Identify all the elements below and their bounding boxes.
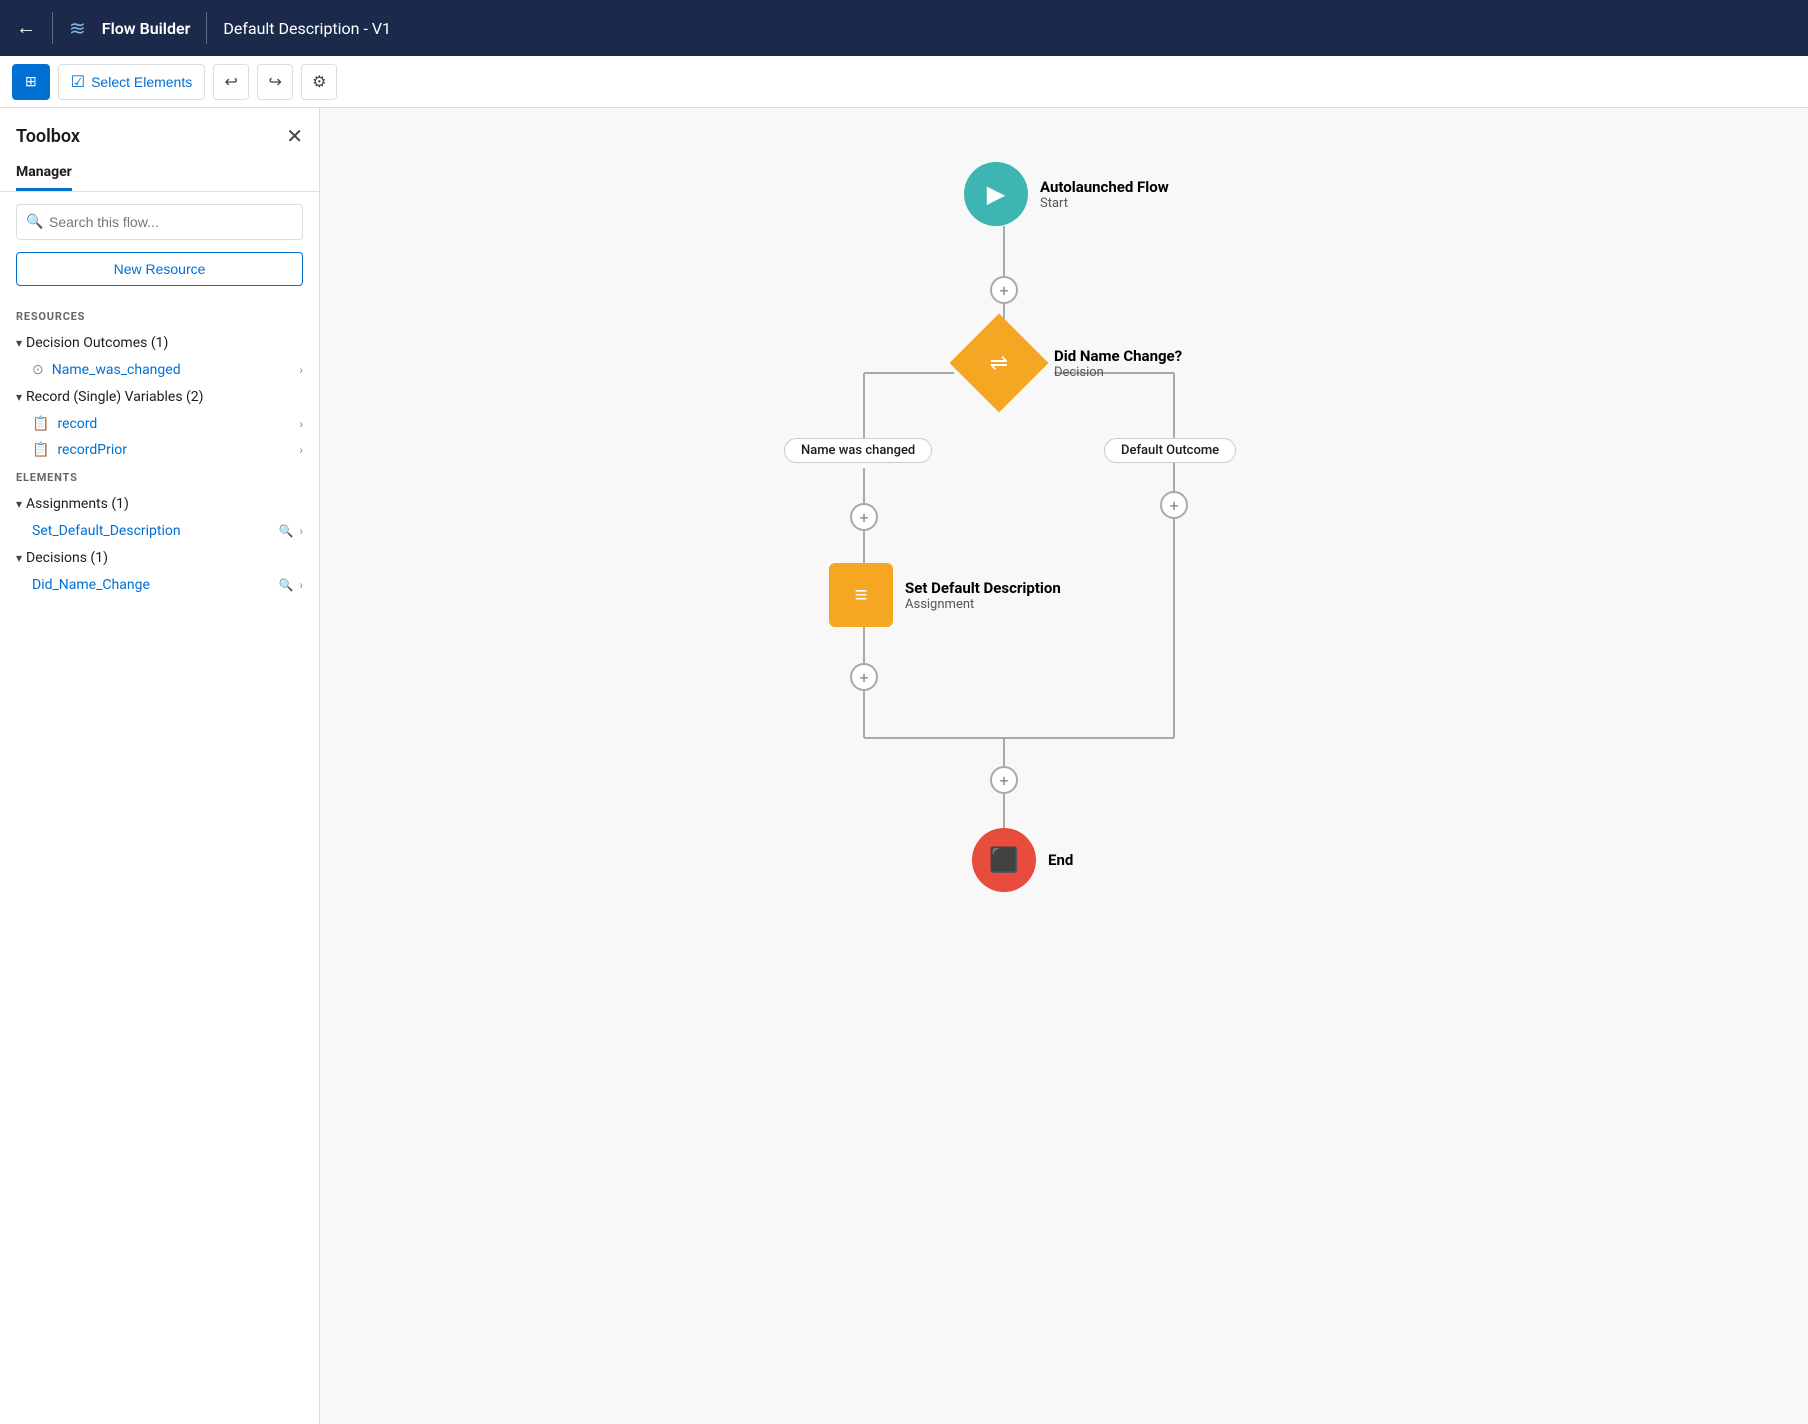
tree-item-record-prior[interactable]: 📋 recordPrior › bbox=[0, 437, 319, 463]
tree-group-assignments[interactable]: ▾ Assignments (1) bbox=[0, 490, 319, 518]
chevron-down-icon-4: ▾ bbox=[16, 551, 22, 565]
start-node: ▶ Autolaunched Flow Start bbox=[964, 162, 1169, 226]
tree-group-decision-outcomes[interactable]: ▾ Decision Outcomes (1) bbox=[0, 329, 319, 357]
select-elements-label: Select Elements bbox=[91, 74, 192, 90]
chevron-right-icon-3: › bbox=[299, 443, 303, 457]
toolbox-search: 🔍 bbox=[0, 192, 319, 252]
assignment-node: ≡ Set Default Description Assignment bbox=[829, 563, 1061, 627]
tree-item-decision-actions: 🔍 › bbox=[278, 578, 303, 592]
decision-diamond[interactable]: ⇌ bbox=[950, 314, 1049, 413]
start-subtitle: Start bbox=[1040, 196, 1169, 211]
flow-canvas[interactable]: ▶ Autolaunched Flow Start + ⇌ Did Name C… bbox=[320, 108, 1808, 1424]
search-icon: 🔍 bbox=[26, 214, 43, 230]
header: ← ≋ Flow Builder Default Description - V… bbox=[0, 0, 1808, 56]
elements-section-label: ELEMENTS bbox=[0, 463, 319, 490]
tree-item-did-name-change[interactable]: Did_Name_Change 🔍 › bbox=[0, 572, 319, 598]
search-wrapper: 🔍 bbox=[16, 204, 303, 240]
assignment-label: Set Default Description Assignment bbox=[905, 579, 1061, 612]
tree-group-assignments-label: Assignments (1) bbox=[26, 496, 129, 512]
toolbox-header: Toolbox ✕ bbox=[0, 108, 319, 149]
plus-button-5[interactable]: + bbox=[990, 766, 1018, 794]
undo-button[interactable]: ↩ bbox=[213, 64, 249, 100]
decision-icon: ⇌ bbox=[990, 351, 1008, 376]
end-circle[interactable]: ⬛ bbox=[972, 828, 1036, 892]
plus-button-2[interactable]: + bbox=[850, 503, 878, 531]
tree-item-decision-name: Did_Name_Change bbox=[32, 577, 150, 593]
decision-node: ⇌ Did Name Change? Decision bbox=[964, 328, 1182, 398]
settings-button[interactable]: ⚙ bbox=[301, 64, 337, 100]
record-icon: 📋 bbox=[32, 416, 49, 432]
new-resource-button[interactable]: New Resource bbox=[16, 252, 303, 286]
end-node: ⬛ End bbox=[972, 828, 1073, 892]
chevron-right-icon-5: › bbox=[299, 578, 303, 592]
tree-group-record-variables[interactable]: ▾ Record (Single) Variables (2) bbox=[0, 383, 319, 411]
tree-item-record[interactable]: 📋 record › bbox=[0, 411, 319, 437]
assignment-subtitle: Assignment bbox=[905, 597, 1061, 612]
search-assignment-icon[interactable]: 🔍 bbox=[278, 524, 293, 538]
flow-builder-icon: ≋ bbox=[69, 16, 86, 40]
main-layout: Toolbox ✕ Manager 🔍 New Resource RESOURC… bbox=[0, 108, 1808, 1424]
tree-group-label: Decision Outcomes (1) bbox=[26, 335, 168, 351]
resources-section-label: RESOURCES bbox=[0, 302, 319, 329]
tree-item-record-prior-name: recordPrior bbox=[57, 442, 127, 458]
start-label: Autolaunched Flow Start bbox=[1040, 178, 1169, 211]
canvas-inner: ▶ Autolaunched Flow Start + ⇌ Did Name C… bbox=[614, 108, 1514, 1008]
redo-button[interactable]: ↪ bbox=[257, 64, 293, 100]
plus-button-3[interactable]: + bbox=[850, 663, 878, 691]
tree-item-assignment-name: Set_Default_Description bbox=[32, 523, 181, 539]
doc-title: Default Description - V1 bbox=[223, 19, 391, 38]
outcome-left-label: Name was changed bbox=[784, 438, 932, 463]
chevron-down-icon-3: ▾ bbox=[16, 497, 22, 511]
toolbox-tab-label: Manager bbox=[16, 164, 72, 191]
toolbox-title: Toolbox bbox=[16, 126, 80, 147]
chevron-right-icon-4: › bbox=[299, 524, 303, 538]
header-divider bbox=[52, 12, 53, 44]
chevron-right-icon: › bbox=[299, 363, 303, 377]
tree-item-assignment-actions: 🔍 › bbox=[278, 524, 303, 538]
plus-button-1[interactable]: + bbox=[990, 276, 1018, 304]
tree-group-decisions[interactable]: ▾ Decisions (1) bbox=[0, 544, 319, 572]
decision-subtitle: Decision bbox=[1054, 365, 1182, 380]
toolbox-panel: Toolbox ✕ Manager 🔍 New Resource RESOURC… bbox=[0, 108, 320, 1424]
tree-item-name: Name_was_changed bbox=[52, 362, 181, 378]
record-prior-icon: 📋 bbox=[32, 442, 49, 458]
tree-item-set-default-description[interactable]: Set_Default_Description 🔍 › bbox=[0, 518, 319, 544]
chevron-right-icon-2: › bbox=[299, 417, 303, 431]
decision-outcome-icon: ⊙ bbox=[32, 362, 44, 378]
outcome-right-label: Default Outcome bbox=[1104, 438, 1236, 463]
toolbar: ⊞ ☑ Select Elements ↩ ↪ ⚙ bbox=[0, 56, 1808, 108]
start-circle[interactable]: ▶ bbox=[964, 162, 1028, 226]
assignment-box[interactable]: ≡ bbox=[829, 563, 893, 627]
tree-item-name-was-changed[interactable]: ⊙ Name_was_changed › bbox=[0, 357, 319, 383]
app-title: Flow Builder bbox=[102, 19, 191, 38]
end-title: End bbox=[1048, 851, 1073, 869]
tree-item-record-name: record bbox=[57, 416, 97, 432]
plus-button-4[interactable]: + bbox=[1160, 491, 1188, 519]
decision-label: Did Name Change? Decision bbox=[1054, 347, 1182, 380]
back-button[interactable]: ← bbox=[16, 17, 36, 40]
chevron-down-icon-2: ▾ bbox=[16, 390, 22, 404]
toolbox-close-button[interactable]: ✕ bbox=[286, 124, 303, 149]
start-title: Autolaunched Flow bbox=[1040, 178, 1169, 196]
chevron-down-icon: ▾ bbox=[16, 336, 22, 350]
toolbox-tab-manager[interactable]: Manager bbox=[0, 149, 319, 191]
search-input[interactable] bbox=[16, 204, 303, 240]
select-elements-button[interactable]: ☑ Select Elements bbox=[58, 64, 206, 100]
canvas-button[interactable]: ⊞ bbox=[12, 64, 50, 100]
tree-group-label-2: Record (Single) Variables (2) bbox=[26, 389, 204, 405]
assignment-title: Set Default Description bbox=[905, 579, 1061, 597]
tree-group-decisions-label: Decisions (1) bbox=[26, 550, 108, 566]
canvas-icon: ⊞ bbox=[25, 73, 37, 90]
search-decision-icon[interactable]: 🔍 bbox=[278, 578, 293, 592]
end-label: End bbox=[1048, 851, 1073, 869]
select-elements-icon: ☑ bbox=[71, 72, 85, 92]
decision-title: Did Name Change? bbox=[1054, 347, 1182, 365]
header-divider-2 bbox=[206, 12, 207, 44]
